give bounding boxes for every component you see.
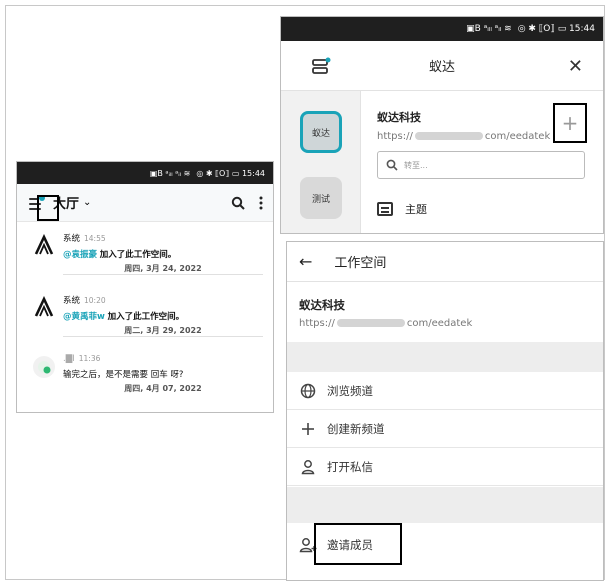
highlight-menu-box [37, 195, 59, 221]
user-avatar[interactable] [33, 356, 55, 378]
menu-item-label: 打开私信 [327, 459, 373, 474]
workspace-tile-test[interactable]: 测试 [300, 177, 342, 219]
menu-item-label: 创建新频道 [327, 421, 385, 436]
section-spacer [287, 342, 603, 372]
drawer-header: 蚁达 ✕ [281, 41, 603, 91]
workspace-tile-yida[interactable]: 蚁达 [300, 111, 342, 153]
status-bar: ▣B ᵃᵢₗₗ ᵃᵢₗ ≋ ◎ ✱ ⟦O⟧ ▭ 15:44 [281, 17, 603, 41]
add-button[interactable]: + [553, 103, 587, 143]
system-logo-icon [34, 296, 54, 317]
globe-icon [300, 383, 316, 398]
message-time: 11:36 [78, 354, 101, 363]
system-logo-icon [34, 234, 54, 255]
message-item: 系统 14:55 @袁振豪 加入了此工作空间。 周四, 3月 24, 2022 [17, 232, 273, 282]
search-icon [386, 159, 398, 171]
page-title: 工作空间 [334, 256, 387, 271]
workspace-sidebar: 蚁达 测试 [281, 91, 361, 233]
search-input[interactable]: 转至... [377, 151, 585, 179]
back-arrow-icon[interactable]: ← [299, 252, 312, 271]
search-placeholder: 转至... [404, 160, 428, 170]
topic-label: 主题 [405, 203, 427, 216]
search-icon[interactable] [231, 196, 245, 210]
user-mention[interactable]: @黄禹菲w [63, 312, 105, 322]
workspace-drawer-screen: ▣B ᵃᵢₗₗ ᵃᵢₗ ≋ ◎ ✱ ⟦O⟧ ▭ 15:44 蚁达 ✕ 蚁达 测试… [280, 16, 604, 234]
avatar-icon [38, 361, 51, 374]
redacted-text [336, 319, 405, 327]
workspace-url: https://com/eedatek [299, 318, 473, 329]
status-icons-left: ▣B ᵃᵢₗₗ ᵃᵢₗ ≋ [149, 168, 191, 178]
close-icon[interactable]: ✕ [568, 56, 583, 77]
user-mention[interactable]: @袁振豪 [63, 250, 97, 260]
message-text: 加入了此工作空间。 [107, 312, 185, 322]
workspace-name: 蚁达科技 [377, 111, 421, 124]
section-spacer [287, 487, 603, 523]
workspace-url: https://com/eedatek [377, 131, 551, 142]
date-separator: 周四, 3月 24, 2022 [124, 264, 202, 273]
divider [63, 274, 263, 275]
plus-icon [302, 422, 314, 435]
left-phone-screen: ▣B ᵃᵢₗₗ ᵃᵢₗ ≋ ◎ ✱ ⟦O⟧ ▭ 15:44 大厅 ⌄ 系统 14:… [16, 161, 274, 413]
topic-item[interactable]: 主题 [377, 201, 427, 217]
message-time: 14:55 [84, 234, 106, 243]
workspace-header: ← 工作空间 [287, 242, 603, 282]
status-icons-right: ◎ ✱ ⟦O⟧ ▭ 15:44 [196, 168, 265, 178]
status-icons-left: ▣B ᵃᵢₗₗ ᵃᵢₗ ≋ [466, 24, 512, 34]
sender-name: 系统 [63, 296, 81, 306]
message-item: .▇I 11:36 输完之后，是不是需要 回车 呀? 周四, 4月 07, 202… [17, 354, 273, 412]
more-vertical-icon[interactable] [259, 196, 263, 210]
workspace-name: 蚁达科技 [299, 298, 345, 312]
message-item: 系统 10:20 @黄禹菲w 加入了此工作空间。 周二, 3月 29, 2022 [17, 294, 273, 344]
divider [63, 336, 263, 337]
menu-item-label: 浏览频道 [327, 383, 373, 398]
drawer-title: 蚁达 [428, 60, 455, 75]
menu-item-create-channel[interactable]: 创建新频道 [287, 410, 603, 448]
status-icons-right: ◎ ✱ ⟦O⟧ ▭ 15:44 [517, 24, 595, 34]
workspace-menu-screen: ← 工作空间 蚁达科技 https://com/eedatek 浏览频道 创建新… [286, 241, 604, 581]
message-text: 输完之后，是不是需要 回车 呀? [63, 370, 184, 380]
menu-item-open-dm[interactable]: 打开私信 [287, 448, 603, 486]
message-text: 加入了此工作空间。 [99, 250, 177, 260]
chevron-down-icon[interactable]: ⌄ [83, 197, 91, 208]
menu-item-browse-channels[interactable]: 浏览频道 [287, 372, 603, 410]
sender-name: 系统 [63, 234, 81, 244]
date-separator: 周四, 4月 07, 2022 [124, 384, 202, 393]
topic-icon [377, 202, 393, 216]
screenshot-frame: ▣B ᵃᵢₗₗ ᵃᵢₗ ≋ ◎ ✱ ⟦O⟧ ▭ 15:44 大厅 ⌄ 系统 14:… [5, 5, 605, 581]
message-time: 10:20 [84, 296, 106, 305]
sender-name: .▇I [63, 354, 75, 364]
highlight-invite-box [314, 523, 402, 565]
redacted-text [414, 132, 483, 140]
date-separator: 周二, 3月 29, 2022 [124, 326, 202, 335]
workspace-panel: 蚁达科技 https://com/eedatek + 转至... 主题 [361, 91, 603, 233]
person-icon [301, 459, 315, 474]
status-bar: ▣B ᵃᵢₗₗ ᵃᵢₗ ≋ ◎ ✱ ⟦O⟧ ▭ 15:44 [17, 162, 273, 184]
